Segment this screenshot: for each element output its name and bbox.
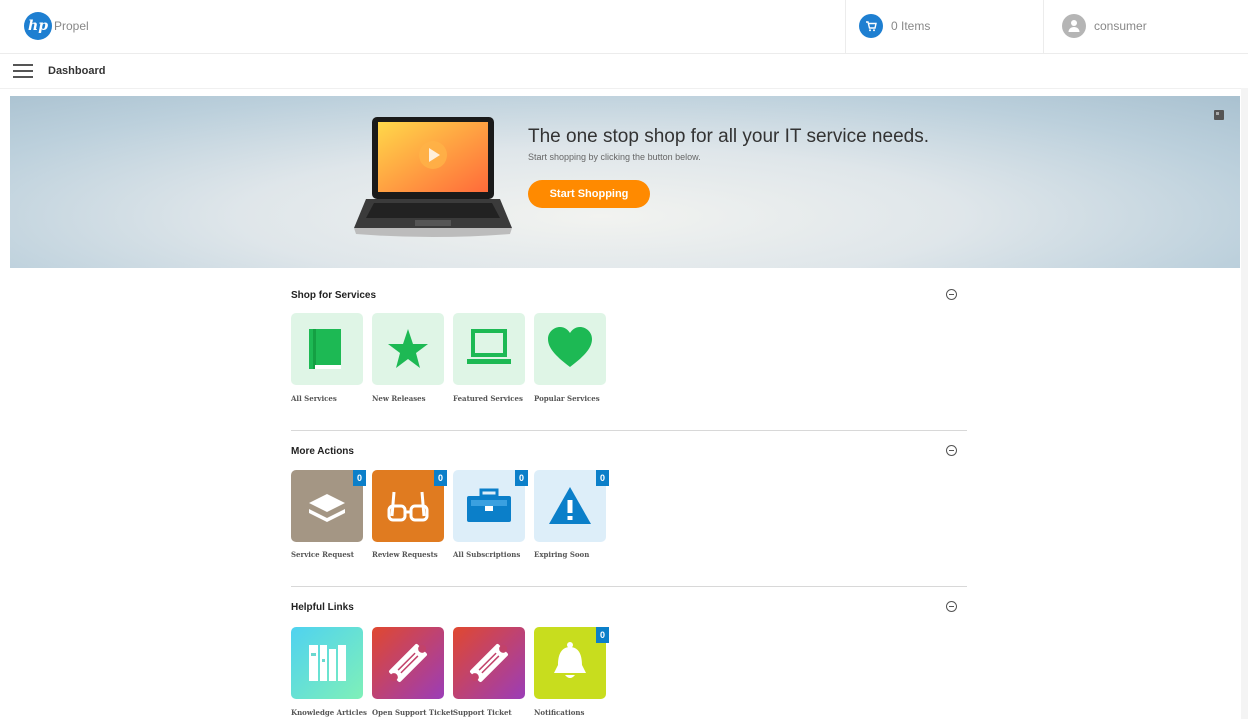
hero-subtitle: Start shopping by clicking the button be… — [528, 152, 701, 162]
ticket-icon — [470, 644, 508, 682]
section-divider — [291, 430, 967, 431]
tile-label: All Services — [291, 394, 337, 403]
section-divider — [291, 586, 967, 587]
tile-expiring-soon[interactable]: 0 — [534, 470, 609, 542]
tile-featured-services[interactable] — [453, 313, 525, 385]
user-name: consumer — [1094, 19, 1147, 33]
count-badge: 0 — [596, 470, 609, 486]
cart-icon — [859, 14, 883, 38]
laptop-icon — [467, 329, 511, 364]
tile-knowledge-articles[interactable] — [291, 627, 363, 699]
book-icon — [309, 329, 341, 369]
breadcrumb: Dashboard — [48, 65, 106, 77]
laptop-illustration — [354, 117, 512, 237]
tile-label: Support Ticket — [453, 708, 512, 717]
tile-label: Open Support Ticket — [372, 708, 454, 717]
tile-label: All Subscriptions — [453, 550, 521, 559]
links-section: Helpful Links Knowledge Articles Open Su… — [291, 601, 967, 719]
books-icon — [309, 645, 346, 681]
count-badge: 0 — [353, 470, 366, 486]
tile-review-requests[interactable]: 0 — [372, 470, 447, 542]
tile-support-ticket[interactable] — [453, 627, 525, 699]
tile-label: Service Request — [291, 550, 354, 559]
collapse-icon[interactable] — [946, 289, 957, 300]
section-title-shop: Shop for Services — [291, 290, 377, 301]
tile-all-subscriptions[interactable]: 0 — [453, 470, 528, 542]
hp-logo[interactable]: hp — [24, 12, 52, 40]
shop-section: Shop for Services All Services New Relea… — [291, 289, 967, 431]
star-icon — [388, 329, 428, 368]
sub-bar: Dashboard — [0, 54, 1248, 89]
start-shopping-button[interactable]: Start Shopping — [528, 180, 650, 208]
tile-label: New Releases — [372, 394, 426, 403]
collapse-icon[interactable] — [946, 445, 957, 456]
cart-button[interactable]: 0 Items — [845, 0, 1044, 53]
count-badge: 0 — [515, 470, 528, 486]
tile-all-services[interactable] — [291, 313, 363, 385]
section-title-actions: More Actions — [291, 446, 354, 457]
tile-open-support-ticket[interactable] — [372, 627, 444, 699]
tile-new-releases[interactable] — [372, 313, 444, 385]
user-avatar-icon — [1062, 14, 1086, 38]
user-menu[interactable]: consumer — [1043, 0, 1248, 53]
hero-banner: The one stop shop for all your IT servic… — [10, 96, 1240, 268]
tile-label: Expiring Soon — [534, 550, 590, 559]
vertical-scrollbar[interactable] — [1241, 88, 1248, 719]
heart-icon — [548, 327, 592, 367]
count-badge: 0 — [596, 627, 609, 643]
app-name: Propel — [54, 19, 89, 33]
tile-label: Featured Services — [453, 394, 523, 403]
tile-label: Knowledge Articles — [291, 708, 367, 717]
top-bar: hp Propel 0 Items consumer — [0, 0, 1248, 54]
tile-service-request[interactable]: 0 — [291, 470, 366, 542]
tile-label: Popular Services — [534, 394, 600, 403]
section-title-links: Helpful Links — [291, 602, 354, 613]
hamburger-menu-icon[interactable] — [13, 64, 33, 78]
tile-notifications[interactable]: 0 — [534, 627, 609, 699]
ticket-icon — [389, 644, 427, 682]
tile-label: Review Requests — [372, 550, 438, 559]
cart-count: 0 Items — [891, 19, 931, 33]
hero-title: The one stop shop for all your IT servic… — [528, 126, 929, 147]
tile-label: Notifications — [534, 708, 585, 717]
expand-icon[interactable] — [1214, 110, 1224, 120]
actions-section: More Actions 0 Service Request 0 Review … — [291, 445, 967, 587]
tile-popular-services[interactable] — [534, 313, 606, 385]
collapse-icon[interactable] — [946, 601, 957, 612]
count-badge: 0 — [434, 470, 447, 486]
